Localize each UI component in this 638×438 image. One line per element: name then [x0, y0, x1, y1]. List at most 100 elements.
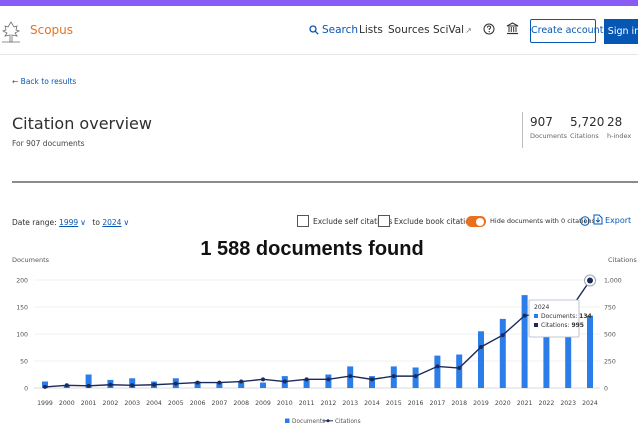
x-tick-label: 2005	[168, 400, 184, 407]
y2-tick-label: 0	[604, 386, 608, 393]
point-citations	[304, 377, 309, 382]
nav-scival-label: SciVal	[433, 24, 465, 36]
tooltip-citations-value: 995	[571, 322, 584, 329]
chevron-down-icon[interactable]: ∨	[80, 218, 86, 227]
y-tick-label: 100	[16, 332, 28, 339]
tooltip-documents-value: 134	[579, 313, 592, 320]
left-axis-title: Documents	[12, 256, 50, 264]
bar-documents	[478, 331, 484, 388]
legend-citations-marker	[326, 419, 330, 423]
info-icon[interactable]	[580, 216, 590, 226]
results-count-banner: 1 588 documents found	[0, 238, 638, 261]
search-icon	[309, 25, 319, 35]
checkbox-box[interactable]	[297, 215, 309, 227]
date-range-filter: Date range: 1999 ∨ to 2024 ∨	[12, 218, 133, 227]
external-link-icon: ↗	[465, 26, 472, 35]
help-icon[interactable]	[483, 23, 495, 35]
y-tick-label: 150	[16, 305, 28, 312]
back-to-results-link[interactable]: ← Back to results	[12, 77, 76, 86]
export-icon	[593, 214, 603, 225]
y2-tick-label: 500	[604, 332, 616, 339]
metric-h-index: 28 h-index	[607, 115, 631, 140]
point-citations	[413, 374, 418, 379]
point-citations	[173, 381, 178, 386]
point-citations	[64, 383, 69, 388]
point-citations	[435, 364, 440, 369]
create-account-button[interactable]: Create account	[530, 19, 603, 43]
x-tick-label: 2023	[560, 400, 576, 407]
point-citations	[282, 379, 287, 384]
x-tick-label: 2014	[364, 400, 380, 407]
point-citations	[239, 379, 244, 384]
elsevier-tree-logo[interactable]	[0, 18, 22, 44]
date-to-label: to	[92, 218, 100, 227]
metric-h-index-value: 28	[607, 115, 623, 129]
sign-in-button[interactable]: Sign in	[604, 19, 638, 44]
export-button[interactable]: Export	[593, 214, 631, 225]
bar-documents	[434, 355, 441, 388]
tooltip-year: 2024	[534, 304, 549, 311]
metrics-divider	[522, 112, 523, 148]
nav-search-label: Search	[322, 24, 359, 36]
tooltip-citations: Citations: 995	[541, 322, 584, 329]
header: Scopus Search Lists Sources SciVal↗ Crea…	[0, 6, 638, 55]
metric-citations: 5,720 Citations	[570, 115, 604, 140]
x-tick-label: 2015	[386, 400, 402, 407]
nav-scival[interactable]: SciVal↗	[433, 24, 472, 36]
metric-documents-label: Documents	[530, 132, 568, 140]
point-citations	[130, 383, 135, 388]
citation-chart: 05010015020002505007501,0001999 2000 2001 2…	[16, 274, 622, 425]
x-tick-label: 2019	[473, 400, 489, 407]
point-citations	[326, 377, 331, 382]
metric-documents-value: 907	[530, 115, 553, 129]
metric-citations-label: Citations	[570, 132, 599, 140]
brand-name[interactable]: Scopus	[30, 23, 73, 37]
point-citations	[43, 384, 47, 389]
institution-icon[interactable]	[506, 22, 519, 35]
date-to-select[interactable]: 2024	[102, 218, 121, 227]
legend-citations-label: Citations	[335, 419, 361, 425]
x-tick-label: 2020	[495, 400, 511, 407]
nav-search[interactable]: Search	[309, 24, 358, 36]
y-tick-label: 200	[16, 278, 28, 285]
point-citations	[457, 366, 462, 371]
results-count-text: 1 588 documents found	[200, 238, 424, 260]
point-citations	[195, 380, 200, 385]
x-tick-label: 2006	[190, 400, 206, 407]
hide-zero-citations-toggle[interactable]	[466, 216, 486, 227]
checkbox-box[interactable]	[378, 215, 390, 227]
toggle-knob	[476, 217, 484, 226]
x-tick-label: 2021	[517, 400, 533, 407]
point-citations	[500, 333, 505, 338]
nav-sources[interactable]: Sources	[388, 24, 430, 36]
point-citations	[522, 313, 527, 318]
nav-lists[interactable]: Lists	[359, 24, 383, 36]
x-tick-label: 2017	[430, 400, 446, 407]
date-range-label: Date range:	[12, 218, 57, 227]
exclude-book-citations-checkbox[interactable]: Exclude book citations	[378, 215, 478, 227]
page-subtitle: For 907 documents	[12, 139, 85, 148]
metric-documents: 907 Documents	[530, 115, 567, 140]
x-tick-label: 1999	[37, 400, 53, 407]
date-from-select[interactable]: 1999	[59, 218, 78, 227]
export-label: Export	[605, 216, 632, 225]
right-axis-title: Citations	[608, 256, 637, 264]
tooltip-documents: Documents: 134	[541, 313, 592, 320]
point-citations	[479, 344, 483, 349]
bar-documents	[260, 382, 266, 388]
x-tick-label: 2010	[277, 400, 293, 407]
chevron-down-icon[interactable]: ∨	[123, 218, 129, 227]
x-tick-label: 2013	[342, 400, 358, 407]
x-tick-label: 2024	[582, 400, 598, 407]
point-citations	[391, 374, 396, 379]
x-tick-label: 2018	[451, 400, 467, 407]
y2-tick-label: 250	[604, 359, 616, 366]
bar-documents	[521, 295, 528, 388]
y-tick-label: 0	[24, 386, 28, 393]
tooltip-documents-swatch	[534, 314, 538, 318]
legend-documents-label: Documents	[292, 419, 325, 425]
metric-h-index-label: h-index	[607, 132, 632, 140]
x-tick-label: 2012	[321, 400, 337, 407]
x-tick-label: 2003	[124, 400, 140, 407]
legend-documents-swatch	[285, 418, 290, 423]
